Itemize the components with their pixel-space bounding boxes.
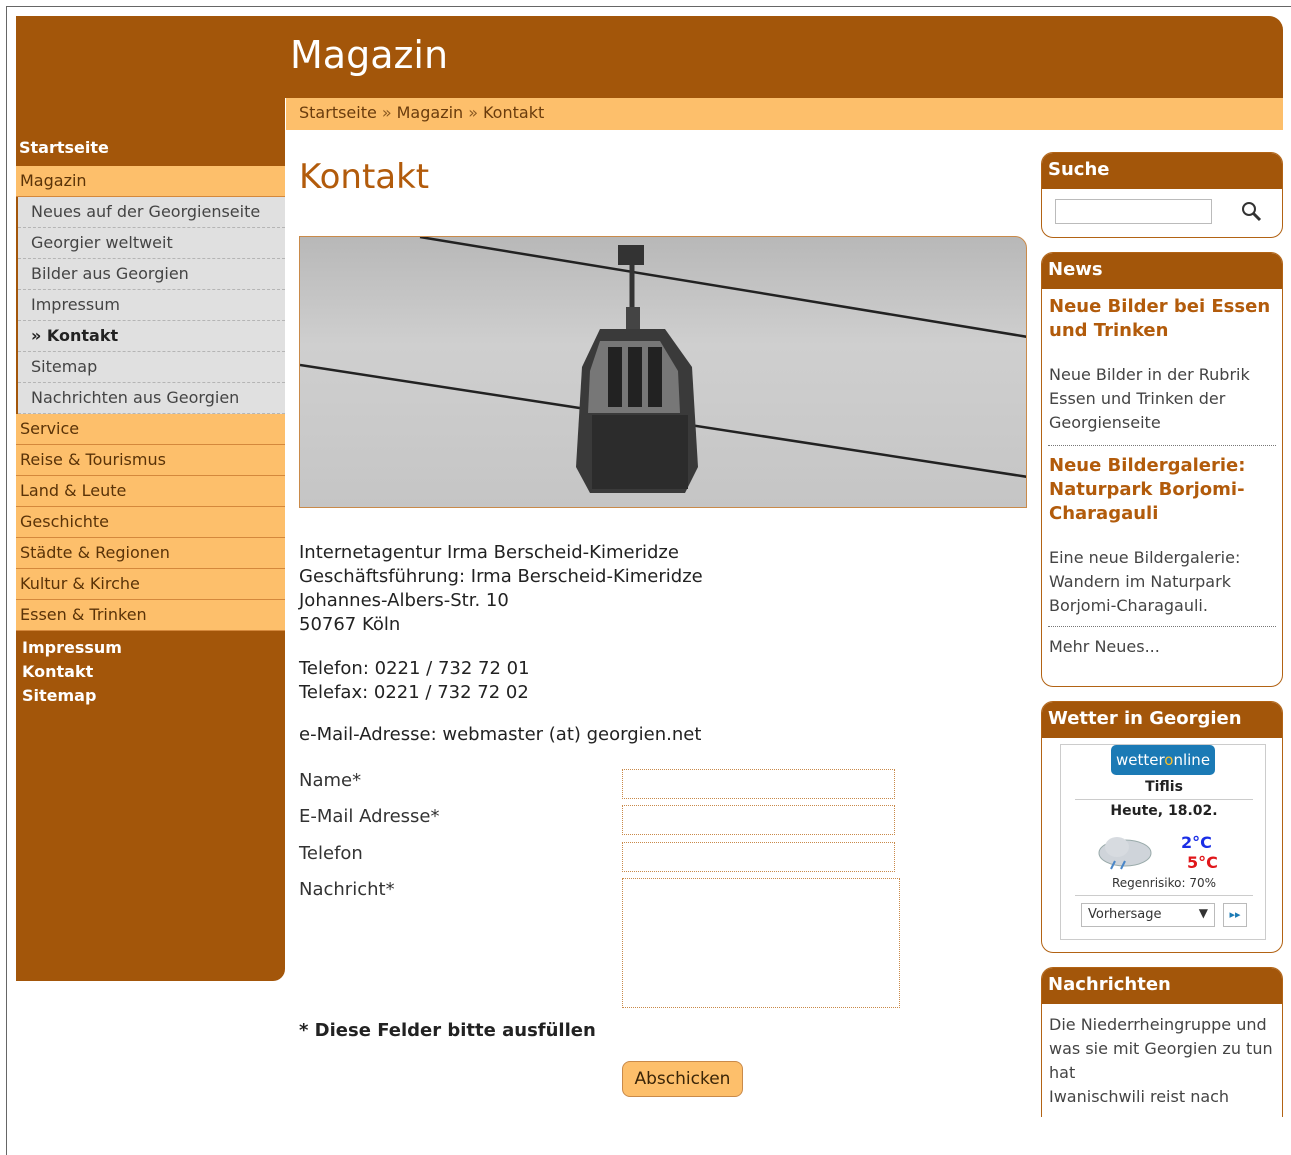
sidebar-item-service[interactable]: Service [16,414,285,445]
weather-box-title: Wetter in Georgien [1042,702,1282,738]
news-separator [1048,626,1276,627]
sidebar-subitem-nachrichten[interactable]: Nachrichten aus Georgien [18,383,285,414]
address-line: Internetagentur Irma Berscheid-Kimeridze [299,542,679,563]
sidebar-item-essen[interactable]: Essen & Trinken [16,600,285,631]
logo-text-c: nline [1173,751,1211,769]
weather-widget[interactable]: wetteronline Tiflis Heute, 18.02. 2°C 5°… [1060,744,1266,940]
main-content: Kontakt Internetagentur Irma Berscheid-K… [299,150,1029,1097]
logo-text-a: wetter [1115,751,1165,769]
sidebar-subitem-bilder[interactable]: Bilder aus Georgien [18,259,285,290]
weather-divider [1075,895,1253,896]
fax-line: Telefax: 0221 / 732 72 02 [299,682,529,703]
sidebar-item-startseite[interactable]: Startseite [19,138,109,157]
contact-phone: Telefon: 0221 / 732 72 01 Telefax: 0221 … [299,657,530,705]
required-note: * Diese Felder bitte ausfüllen [299,1020,596,1041]
news-more-link[interactable]: Mehr Neues... [1042,635,1282,659]
sidebar-subitem-georgier-weltweit[interactable]: Georgier weltweit [18,228,285,259]
submit-button[interactable]: Abschicken [622,1061,743,1097]
search-icon[interactable] [1240,200,1264,224]
forecast-go-icon[interactable]: ▸▸ [1223,903,1247,927]
nachrichten-item[interactable]: Iwanischwili reist nach [1049,1085,1275,1109]
sidebar-subitem-sitemap[interactable]: Sitemap [18,352,285,383]
cable-car-illustration [300,237,1026,493]
news-item-text: Eine neue Bildergalerie: Wandern im Natu… [1049,548,1241,615]
weather-low-temp: 2°C [1181,833,1212,852]
weather-date: Heute, 18.02. [1110,803,1218,819]
cable-car-photo [299,236,1027,508]
name-input[interactable] [622,769,895,799]
wetteronline-logo[interactable]: wetteronline [1111,745,1215,775]
sidebar-nav: Magazin Neues auf der Georgienseite Geor… [16,166,285,631]
breadcrumb: Startseite» Magazin» Kontakt [286,98,1283,130]
contact-email: e-Mail-Adresse: webmaster (at) georgien.… [299,724,702,745]
breadcrumb-magazin[interactable]: Magazin [397,103,464,122]
sidebar-subitem-kontakt[interactable]: » Kontakt [18,321,285,352]
page-title: Kontakt [299,157,430,197]
sidebar: Startseite Magazin Neues auf der Georgie… [16,98,285,981]
sidebar-footer-links: Impressum Kontakt Sitemap [22,636,122,708]
news-item-text: Neue Bilder in der Rubrik Essen und Trin… [1049,365,1250,432]
sidebar-item-reise[interactable]: Reise & Tourismus [16,445,285,476]
breadcrumb-separator: » [468,103,478,122]
message-textarea[interactable] [622,878,900,1008]
contact-address: Internetagentur Irma Berscheid-Kimeridze… [299,541,703,637]
nachrichten-box: Nachrichten Die Niederrheingruppe und wa… [1041,967,1283,1117]
search-box-title: Suche [1042,153,1282,189]
sidebar-item-staedte[interactable]: Städte & Regionen [16,538,285,569]
weather-box: Wetter in Georgien wetteronline Tiflis H… [1041,701,1283,953]
phone-input[interactable] [622,842,895,872]
news-box-title: News [1042,253,1282,289]
nachrichten-box-title: Nachrichten [1042,968,1282,1004]
breadcrumb-separator: » [381,103,392,122]
chevron-down-icon: ▼ [1198,906,1208,920]
breadcrumb-kontakt[interactable]: Kontakt [483,103,544,122]
nachrichten-list: Die Niederrheingruppe und was sie mit Ge… [1042,1004,1282,1109]
phone-line: Telefon: 0221 / 732 72 01 [299,658,530,679]
sidebar-item-kultur[interactable]: Kultur & Kirche [16,569,285,600]
address-line: Geschäftsführung: Irma Berscheid-Kimerid… [299,566,703,587]
name-label: Name* [299,770,362,791]
footer-link-kontakt[interactable]: Kontakt [22,660,122,684]
weather-rain-risk: Regenrisiko: 70% [1111,876,1217,890]
site-header [16,16,1283,98]
site-title: Magazin [290,33,449,77]
sidebar-item-land[interactable]: Land & Leute [16,476,285,507]
footer-link-sitemap[interactable]: Sitemap [22,684,122,708]
news-box: News Neue Bilder bei Essen und Trinken N… [1041,252,1283,687]
search-box: Suche [1041,152,1283,238]
sidebar-subitem-impressum[interactable]: Impressum [18,290,285,321]
news-item-title[interactable]: Neue Bilder bei Essen und Trinken [1042,295,1282,343]
phone-label: Telefon [299,843,363,864]
weather-divider [1075,799,1253,800]
breadcrumb-startseite[interactable]: Startseite [299,103,377,122]
news-separator [1048,445,1276,446]
forecast-select-value: Vorhersage [1088,907,1162,922]
address-line: Johannes-Albers-Str. 10 [299,590,509,611]
weather-high-temp: 5°C [1187,853,1218,872]
address-line: 50767 Köln [299,614,401,635]
rain-cloud-icon [1098,837,1152,870]
email-input[interactable] [622,805,895,835]
email-label: E-Mail Adresse* [299,806,440,827]
nachrichten-item[interactable]: Die Niederrheingruppe und was sie mit Ge… [1049,1013,1275,1085]
news-item-title[interactable]: Neue Bildergalerie: Naturpark Borjomi-Ch… [1042,454,1282,526]
message-label: Nachricht* [299,879,395,900]
sidebar-item-magazin[interactable]: Magazin [16,166,285,197]
search-input[interactable] [1055,199,1212,224]
sidebar-item-geschichte[interactable]: Geschichte [16,507,285,538]
sidebar-subitem-neues[interactable]: Neues auf der Georgienseite [18,197,285,228]
weather-city: Tiflis [1145,779,1183,795]
footer-link-impressum[interactable]: Impressum [22,636,122,660]
forecast-select[interactable]: Vorhersage ▼ [1081,903,1215,927]
